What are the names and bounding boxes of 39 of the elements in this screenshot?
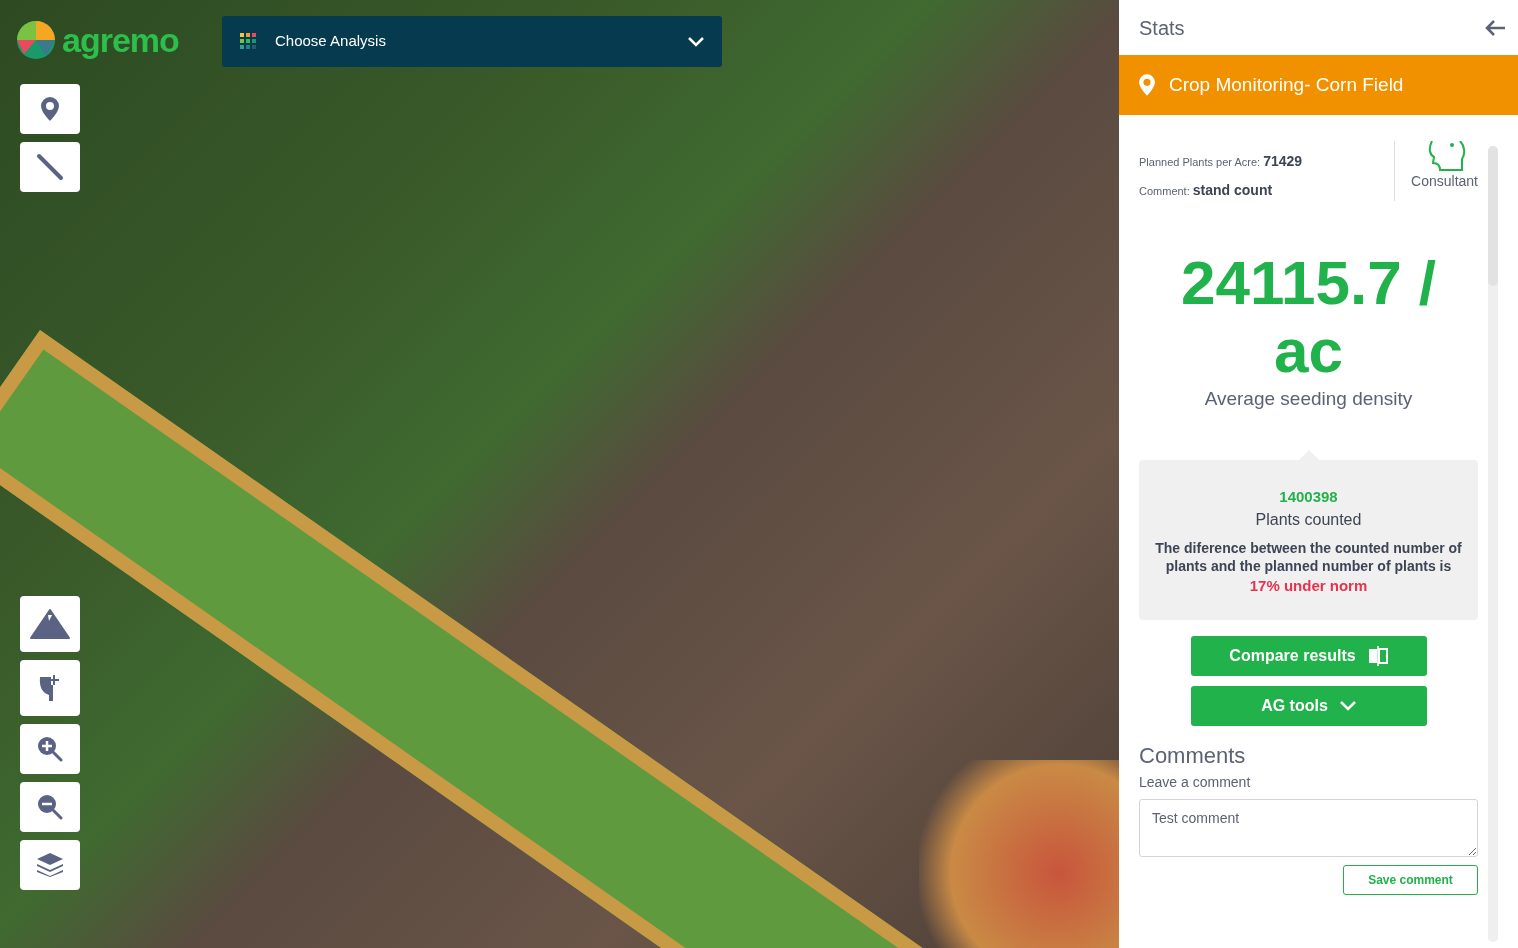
layers-icon <box>37 853 63 877</box>
planned-plants-text: Planned Plants per Acre: 71429 <box>1139 152 1304 171</box>
pin-tool-button[interactable] <box>20 84 80 134</box>
layers-button[interactable] <box>20 840 80 890</box>
grid-icon <box>240 33 257 50</box>
zoom-in-icon <box>37 736 63 762</box>
comment-field[interactable]: Test comment <box>1139 799 1478 858</box>
plants-count-label: Plants counted <box>1254 510 1363 531</box>
compare-results-button[interactable]: Compare results <box>1190 635 1427 676</box>
density-label: Average seeding density <box>1203 387 1414 412</box>
density-value: 24115.7 / ac <box>1179 249 1438 386</box>
line-icon <box>36 153 64 181</box>
logo-icon <box>16 20 56 60</box>
ag-tools-button[interactable]: AG tools <box>1190 685 1427 726</box>
chevron-down-icon <box>688 36 704 47</box>
add-area-button[interactable] <box>20 660 80 716</box>
role-label: Consultant <box>1411 172 1478 191</box>
logo-text: agremo <box>62 23 179 57</box>
compare-icon <box>1367 645 1388 666</box>
terrain-button[interactable] <box>20 596 80 652</box>
comment-text: Comment: stand count <box>1139 181 1274 200</box>
pin-icon <box>1139 74 1155 96</box>
zoom-out-icon <box>37 794 63 820</box>
plants-count: 1400398 <box>1278 486 1339 507</box>
zoom-in-button[interactable] <box>20 724 80 774</box>
comments-heading: Comments <box>1139 743 1247 769</box>
line-tool-button[interactable] <box>20 142 80 192</box>
save-comment-button[interactable]: Save comment <box>1343 865 1478 896</box>
comments-hint: Leave a comment <box>1139 773 1252 793</box>
field-name: Crop Monitoring- Corn Field <box>1169 72 1404 97</box>
back-arrow-icon[interactable] <box>1484 18 1506 37</box>
difference-value: 17% under norm <box>1248 576 1369 597</box>
panel-title: Stats <box>1139 15 1185 41</box>
mountain-icon <box>30 609 70 639</box>
chevron-down-icon <box>1339 700 1356 711</box>
difference-explanation: The diference between the counted number of plants and the planned number of plants is <box>1155 540 1462 576</box>
pin-icon <box>41 97 59 121</box>
analysis-dropdown[interactable]: Choose Analysis <box>222 16 722 67</box>
zoom-out-button[interactable] <box>20 782 80 832</box>
